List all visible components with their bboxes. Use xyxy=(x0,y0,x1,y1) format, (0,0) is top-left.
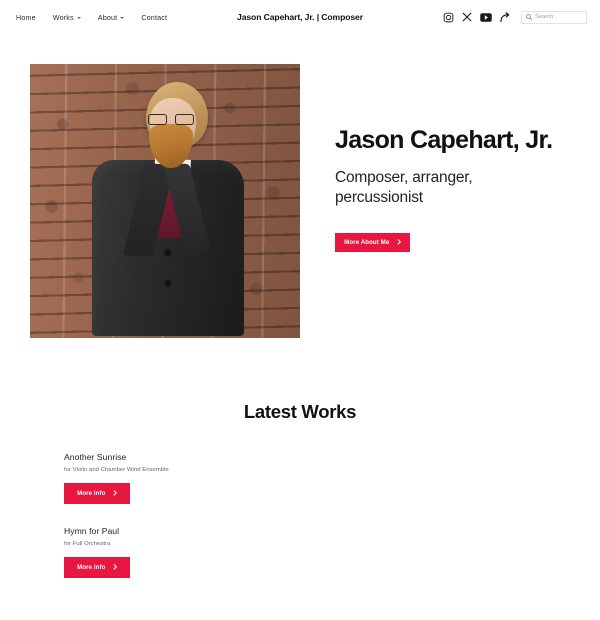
chevron-down-icon xyxy=(120,16,125,19)
more-about-me-label: More About Me xyxy=(344,238,390,246)
work-item: Another Sunrise for Violin and Chamber W… xyxy=(64,452,600,504)
nav-item-about[interactable]: About xyxy=(98,13,125,22)
search-icon xyxy=(526,14,532,20)
site-header: Home Works About Contact Jason Capehart,… xyxy=(0,0,600,34)
instagram-icon[interactable] xyxy=(443,12,454,23)
chevron-right-icon xyxy=(395,239,402,246)
nav-item-label: Home xyxy=(16,12,36,22)
nav-list: Home Works About Contact xyxy=(16,13,167,22)
work-subtitle: for Full Orchestra xyxy=(64,541,111,547)
portrait-jacket-button xyxy=(165,280,171,286)
youtube-icon[interactable] xyxy=(480,12,492,22)
hero-title: Jason Capehart, Jr. xyxy=(335,126,553,154)
work-subtitle: for Violin and Chamber Wind Ensemble xyxy=(64,467,169,473)
x-twitter-icon[interactable] xyxy=(462,12,472,22)
nav-item-works[interactable]: Works xyxy=(53,13,81,22)
hero-subtitle: Composer, arranger, percussionist xyxy=(335,168,473,207)
more-about-me-button[interactable]: More About Me xyxy=(335,232,410,252)
social-links xyxy=(443,11,512,23)
nav-item-label: Contact xyxy=(141,12,168,22)
hero-section: Jason Capehart, Jr. Composer, arranger, … xyxy=(0,34,600,338)
works-list: Another Sunrise for Violin and Chamber W… xyxy=(0,452,600,578)
nav-item-label: Works xyxy=(52,12,74,22)
latest-works-heading: Latest Works xyxy=(243,401,357,422)
chevron-down-icon xyxy=(76,16,81,19)
nav-item-label: About xyxy=(97,12,118,22)
hero-text-block: Jason Capehart, Jr. Composer, arranger, … xyxy=(335,64,553,252)
chevron-right-icon xyxy=(111,564,118,571)
more-info-button[interactable]: More Info xyxy=(64,483,130,504)
chevron-right-icon xyxy=(111,490,118,497)
more-info-label: More Info xyxy=(77,490,106,497)
hero-portrait-photo xyxy=(30,64,300,338)
portrait-jacket-button xyxy=(165,250,171,256)
search-input[interactable] xyxy=(535,14,582,20)
header-right-cluster xyxy=(443,10,587,24)
portrait-glasses xyxy=(148,114,194,125)
search-box[interactable] xyxy=(521,10,587,24)
primary-navigation: Home Works About Contact xyxy=(16,13,167,22)
more-info-label: More Info xyxy=(77,564,106,571)
work-title: Hymn for Paul xyxy=(64,526,120,536)
nav-item-contact[interactable]: Contact xyxy=(141,13,167,22)
nav-item-home[interactable]: Home xyxy=(16,13,36,22)
latest-works-section: Latest Works Another Sunrise for Violin … xyxy=(0,401,600,578)
work-item: Hymn for Paul for Full Orchestra More In… xyxy=(64,526,600,578)
more-info-button[interactable]: More Info xyxy=(64,557,130,578)
share-icon[interactable] xyxy=(500,11,512,23)
work-title: Another Sunrise xyxy=(64,452,127,462)
